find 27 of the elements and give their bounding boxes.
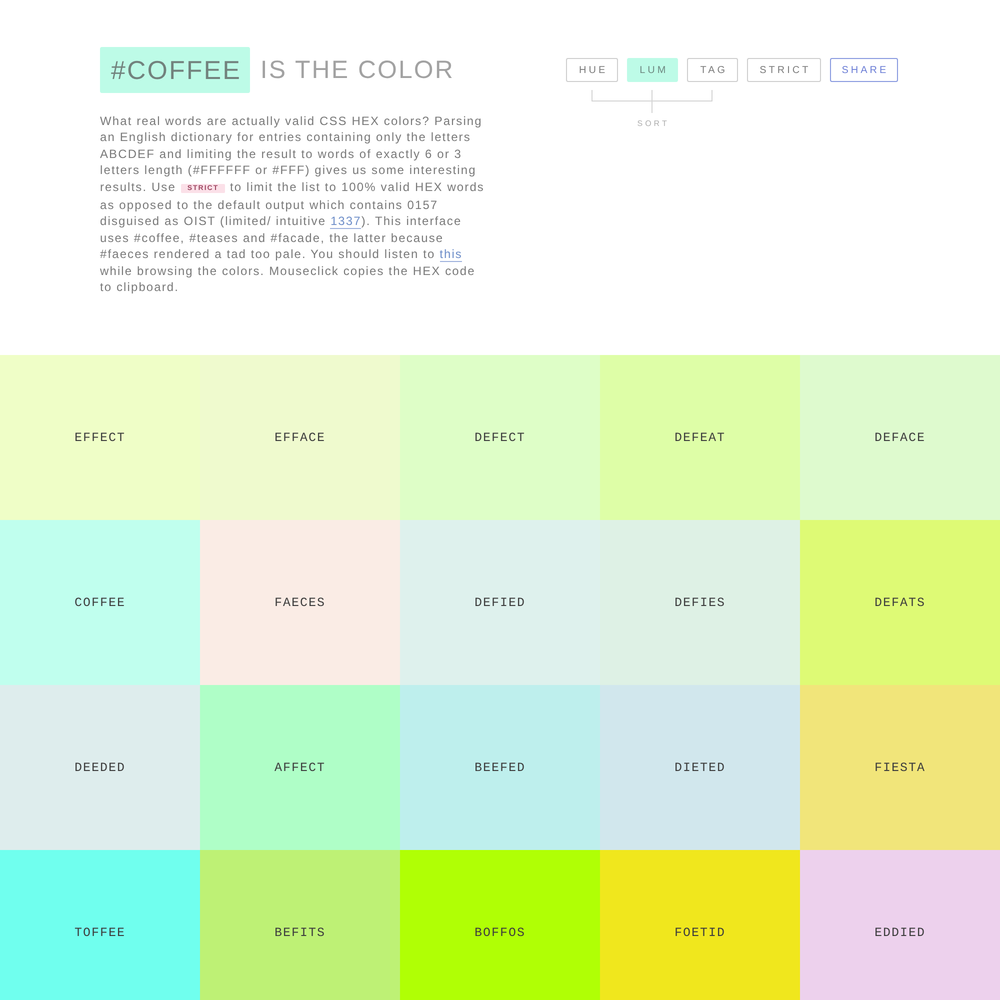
color-tile[interactable]: EFFECT bbox=[0, 355, 200, 520]
color-tile[interactable]: DEFECT bbox=[400, 355, 600, 520]
color-tile[interactable]: FOETID bbox=[600, 850, 800, 1000]
color-tile[interactable]: EFFACE bbox=[200, 355, 400, 520]
title-highlight: #COFFEE bbox=[100, 47, 250, 93]
color-tile[interactable]: DEEDED bbox=[0, 685, 200, 850]
color-tile[interactable]: DEFIES bbox=[600, 520, 800, 685]
color-tile[interactable]: EDDIED bbox=[800, 850, 1000, 1000]
sort-label: SORT bbox=[636, 119, 670, 128]
share-button[interactable]: SHARE bbox=[830, 58, 898, 82]
color-tile[interactable]: COFFEE bbox=[0, 520, 200, 685]
color-tile[interactable]: AFFECT bbox=[200, 685, 400, 850]
color-tile[interactable]: DIETED bbox=[600, 685, 800, 850]
title-text: IS THE COLOR bbox=[260, 55, 454, 85]
color-tile[interactable]: DEFACE bbox=[800, 355, 1000, 520]
color-tile[interactable]: FAECES bbox=[200, 520, 400, 685]
color-tile[interactable]: BOFFOS bbox=[400, 850, 600, 1000]
color-tile[interactable]: BEFITS bbox=[200, 850, 400, 1000]
strict-button[interactable]: STRICT bbox=[746, 58, 821, 82]
sort-button[interactable]: TAG bbox=[687, 58, 738, 82]
color-tile[interactable]: FIESTA bbox=[800, 685, 1000, 850]
color-tile[interactable]: DEFATS bbox=[800, 520, 1000, 685]
sort-button[interactable]: HUE bbox=[566, 58, 618, 82]
color-tile[interactable]: DEFEAT bbox=[600, 355, 800, 520]
color-tile[interactable]: DEFIED bbox=[400, 520, 600, 685]
color-tile[interactable]: BEEFED bbox=[400, 685, 600, 850]
color-tile[interactable]: TOFFEE bbox=[0, 850, 200, 1000]
